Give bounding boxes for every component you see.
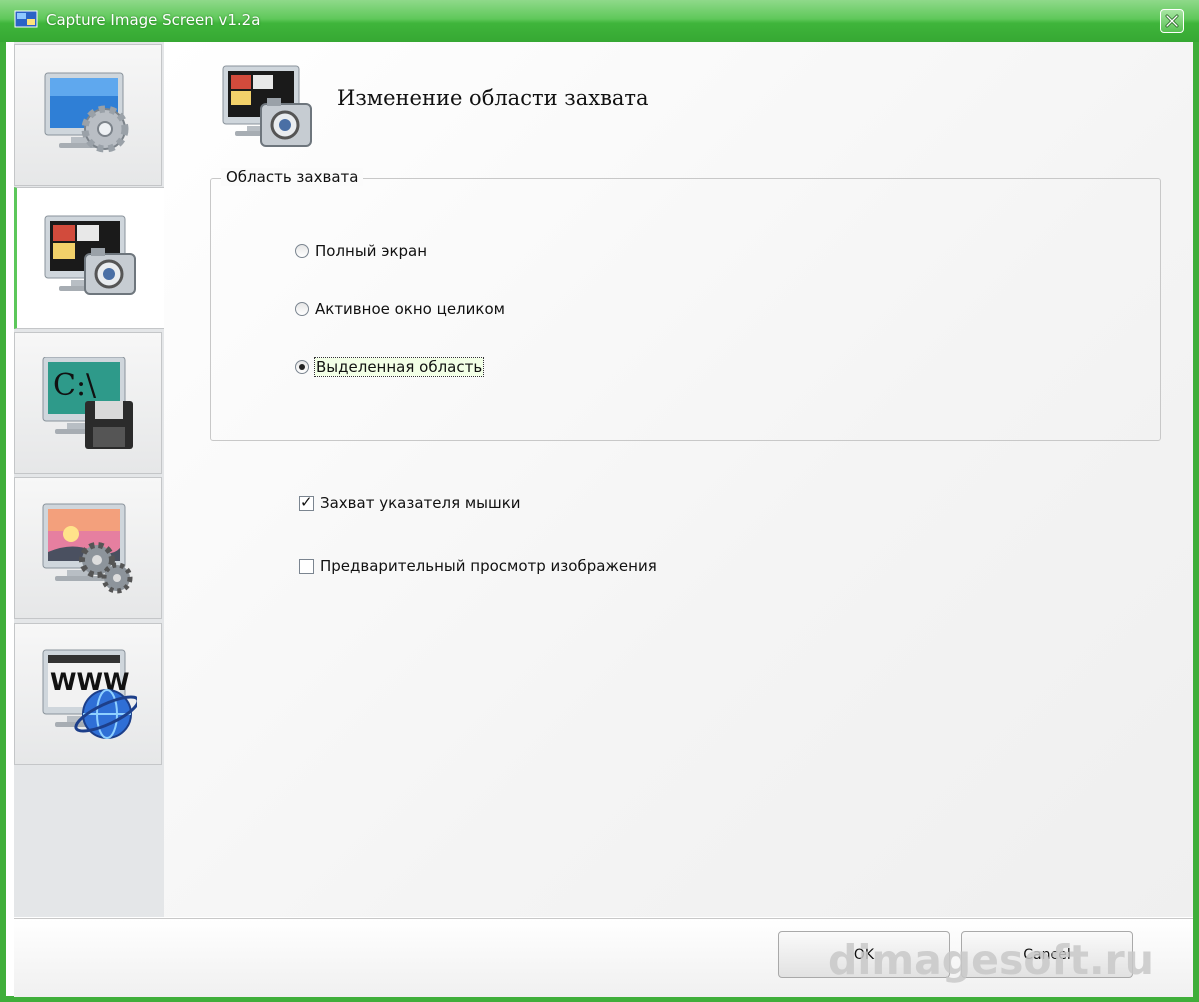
radio-button[interactable] <box>295 360 309 374</box>
sidebar-item-image[interactable] <box>14 477 162 619</box>
capture-area-group: Область захвата Полный экран Активное ок… <box>210 168 1161 441</box>
main-panel: Изменение области захвата Область захват… <box>164 42 1193 917</box>
radio-label: Выделенная область <box>313 357 485 377</box>
radio-full-screen[interactable]: Полный экран <box>295 242 427 260</box>
monitor-camera-icon <box>44 215 136 295</box>
camera-monitor-header-icon <box>222 65 312 147</box>
picture-gear-icon <box>42 503 133 594</box>
sidebar-item-capture[interactable] <box>14 187 172 329</box>
sidebar-item-general[interactable] <box>14 44 162 186</box>
app-window: Capture Image Screen v1.2a C:\ WWW Измен… <box>0 0 1199 1002</box>
app-icon <box>14 10 38 28</box>
monitor-gear-icon <box>44 72 129 153</box>
sidebar: C:\ WWW <box>14 42 173 917</box>
close-icon <box>1165 14 1179 28</box>
title-bar[interactable]: Capture Image Screen v1.2a <box>0 0 1199 42</box>
checkbox-label: Захват указателя мышки <box>320 494 521 512</box>
radio-selected-area[interactable]: Выделенная область <box>295 357 485 377</box>
sidebar-item-save[interactable]: C:\ <box>14 332 162 474</box>
checkbox[interactable] <box>299 493 314 511</box>
checkbox-capture-cursor[interactable]: Захват указателя мышки <box>299 493 521 512</box>
checkbox[interactable] <box>299 558 314 574</box>
svg-text:C:\: C:\ <box>53 368 97 403</box>
client-area: C:\ WWW Изменение области захвата Област… <box>6 42 1193 997</box>
group-legend: Область захвата <box>221 168 364 186</box>
watermark: dimagesoft.ru <box>828 936 1154 984</box>
radio-label: Полный экран <box>315 242 428 260</box>
radio-button[interactable] <box>295 302 309 316</box>
checkbox-label: Предварительный просмотр изображения <box>320 557 657 575</box>
page-title: Изменение области захвата <box>337 86 649 110</box>
monitor-floppy-icon: C:\ <box>42 357 133 449</box>
window-title: Capture Image Screen v1.2a <box>46 11 261 29</box>
sidebar-item-web[interactable]: WWW <box>14 623 162 765</box>
checkbox-preview-image[interactable]: Предварительный просмотр изображения <box>299 557 657 575</box>
www-globe-icon: WWW <box>42 649 137 739</box>
close-button[interactable] <box>1160 9 1184 33</box>
radio-label: Активное окно целиком <box>315 300 505 318</box>
radio-active-window[interactable]: Активное окно целиком <box>295 300 505 318</box>
radio-button[interactable] <box>295 244 309 258</box>
